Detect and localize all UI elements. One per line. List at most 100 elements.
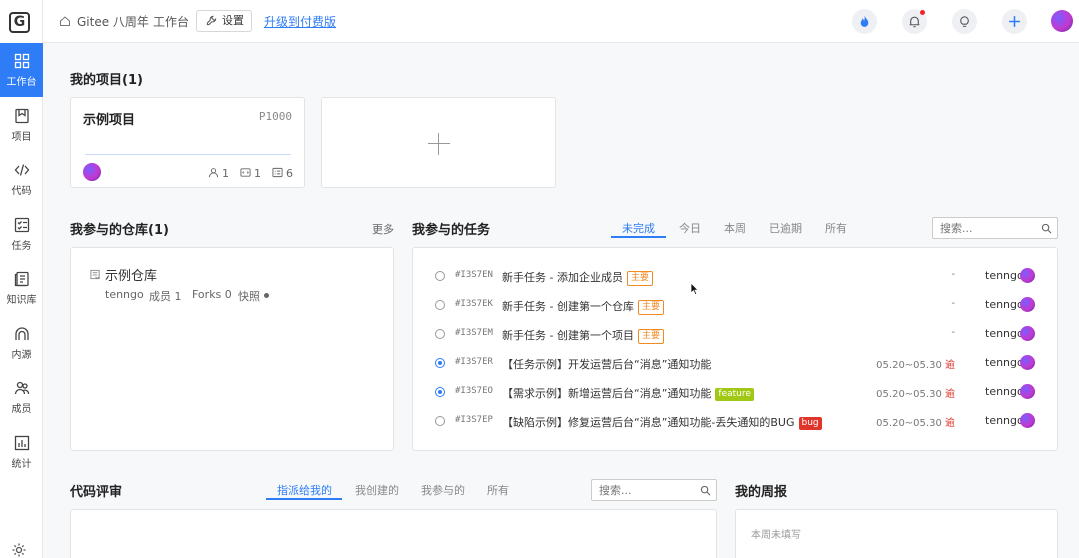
task-status-radio[interactable]: [435, 358, 445, 368]
project-name[interactable]: 示例项目: [83, 109, 135, 128]
task-assignee-avatar[interactable]: [1020, 268, 1035, 283]
review-search[interactable]: [591, 479, 717, 501]
task-date-range: 05.20~05.30: [876, 418, 942, 429]
task-tab-week[interactable]: 本周: [724, 220, 746, 236]
task-row[interactable]: #I3S7EP 【缺陷示例】修复运营后台“消息”通知功能-丢失通知的BUG bug 0…: [413, 407, 1057, 436]
task-id: #I3S7EP: [455, 415, 493, 425]
task-title[interactable]: 新手任务 - 创建第一个仓库 主要: [502, 298, 664, 315]
review-tab-participated[interactable]: 我参与的: [421, 482, 465, 498]
top-bar: Gitee 八周年 / 工作台 设置 升级到付费版: [43, 0, 1079, 43]
task-title[interactable]: 新手任务 - 添加企业成员 主要: [502, 269, 653, 286]
review-tab-assigned[interactable]: 指派给我的: [277, 482, 332, 498]
review-list-card: [70, 509, 717, 558]
repo-owner[interactable]: tenngo: [105, 288, 144, 301]
task-search-input[interactable]: [933, 218, 1039, 238]
task-assignee-avatar[interactable]: [1020, 297, 1035, 312]
settings-gear-icon[interactable]: [11, 542, 27, 558]
repos-more-link[interactable]: 更多: [372, 221, 394, 237]
sidebar-item-project[interactable]: 项目: [0, 98, 43, 152]
project-code: P1000: [258, 110, 292, 123]
task-tab-all[interactable]: 所有: [825, 220, 847, 236]
task-assignee-avatar[interactable]: [1020, 355, 1035, 370]
task-status-radio[interactable]: [435, 329, 445, 339]
review-search-input[interactable]: [592, 480, 698, 500]
mouse-cursor-icon: [690, 282, 699, 296]
repo-name[interactable]: 示例仓库: [105, 265, 157, 284]
repo-snapshot[interactable]: 快照: [238, 288, 260, 304]
plus-icon: [1009, 16, 1020, 27]
task-status-radio[interactable]: [435, 387, 445, 397]
sidebar-item-task[interactable]: 任务: [0, 207, 43, 261]
sidebar-item-members[interactable]: 成员: [0, 370, 43, 424]
task-date: -: [951, 269, 955, 280]
task-row[interactable]: #I3S7EK 新手任务 - 创建第一个仓库 主要 - tenngo: [413, 291, 1057, 320]
task-assignee[interactable]: tenngo: [985, 414, 1024, 427]
task-title[interactable]: 【任务示例】开发运营后台“消息”通知功能: [502, 356, 711, 372]
dashboard-icon: [14, 53, 29, 69]
task-status-radio[interactable]: [435, 416, 445, 426]
weekly-card[interactable]: 本周未填写: [735, 509, 1058, 558]
task-tag: 主要: [637, 300, 664, 315]
search-icon: [700, 485, 711, 496]
snapshot-dot: [264, 293, 269, 298]
create-button[interactable]: [1002, 9, 1027, 34]
repo-icon: [90, 269, 100, 280]
tips-button[interactable]: [952, 9, 977, 34]
task-assignee[interactable]: tenngo: [985, 269, 1024, 282]
bell-icon: [909, 16, 920, 28]
task-assignee-avatar[interactable]: [1020, 326, 1035, 341]
sidebar-item-wiki[interactable]: 知识库: [0, 261, 43, 315]
task-assignee[interactable]: tenngo: [985, 385, 1024, 398]
sidebar-item-innersource[interactable]: 内源: [0, 316, 43, 370]
task-row[interactable]: #I3S7EM 新手任务 - 创建第一个项目 主要 - tenngo: [413, 320, 1057, 349]
task-title-text: 【缺陷示例】修复运营后台“消息”通知功能-丢失通知的BUG: [502, 416, 795, 429]
notification-button[interactable]: [902, 9, 927, 34]
upgrade-link[interactable]: 升级到付费版: [264, 13, 336, 30]
breadcrumb-org[interactable]: Gitee 八周年: [77, 13, 149, 30]
task-title[interactable]: 【需求示例】新增运营后台“消息”通知功能 feature: [502, 385, 754, 401]
task-status-radio[interactable]: [435, 271, 445, 281]
task-assignee[interactable]: tenngo: [985, 298, 1024, 311]
flame-button[interactable]: [852, 9, 877, 34]
repo-list-card: 示例仓库 tenngo 成员 1 Forks 0 快照: [70, 247, 394, 451]
task-row[interactable]: #I3S7ER 【任务示例】开发运营后台“消息”通知功能 05.20~05.30 逾…: [413, 349, 1057, 378]
task-assignee-avatar[interactable]: [1020, 384, 1035, 399]
task-tab-today[interactable]: 今日: [679, 220, 701, 236]
stats-icon: [14, 435, 29, 451]
project-card[interactable]: 示例项目 P1000 1 1 6: [70, 97, 305, 188]
review-tab-all[interactable]: 所有: [487, 482, 509, 498]
task-icon: [14, 217, 29, 233]
review-title: 代码评审: [70, 485, 123, 500]
home-icon[interactable]: [59, 15, 71, 27]
task-title[interactable]: 【缺陷示例】修复运营后台“消息”通知功能-丢失通知的BUG bug: [502, 414, 822, 430]
task-tag: 主要: [626, 271, 653, 286]
review-tab-created[interactable]: 我创建的: [355, 482, 399, 498]
task-row[interactable]: #I3S7EN 新手任务 - 添加企业成员 主要 - tenngo: [413, 262, 1057, 291]
add-project-card[interactable]: [321, 97, 556, 188]
weekly-title: 我的周报: [735, 485, 788, 500]
task-assignee[interactable]: tenngo: [985, 356, 1024, 369]
task-date: -: [951, 298, 955, 309]
sidebar-item-label: 项目: [11, 132, 32, 143]
task-status-radio[interactable]: [435, 300, 445, 310]
task-tab-unfinished[interactable]: 未完成: [622, 220, 655, 236]
task-title[interactable]: 新手任务 - 创建第一个项目 主要: [502, 327, 664, 344]
task-tag: feature: [715, 388, 754, 401]
task-date-range: 05.20~05.30: [876, 360, 942, 371]
user-avatar[interactable]: [1051, 10, 1073, 32]
task-tab-overdue[interactable]: 已逾期: [769, 220, 802, 236]
task-assignee-avatar[interactable]: [1020, 413, 1035, 428]
members-icon: [14, 381, 29, 395]
task-assignee[interactable]: tenngo: [985, 327, 1024, 340]
sidebar-item-code[interactable]: 代码: [0, 152, 43, 206]
sidebar-item-dashboard[interactable]: 工作台: [0, 43, 43, 97]
task-tab-underline: [611, 236, 666, 238]
task-row[interactable]: #I3S7EO 【需求示例】新增运营后台“消息”通知功能 feature 05.20~…: [413, 378, 1057, 407]
sidebar-item-label: 代码: [11, 186, 32, 197]
task-search[interactable]: [932, 217, 1058, 239]
code-icon: [14, 164, 29, 176]
settings-button[interactable]: 设置: [196, 10, 252, 32]
gitee-logo[interactable]: G: [9, 12, 30, 33]
task-title-text: 【需求示例】新增运营后台“消息”通知功能: [502, 387, 712, 400]
sidebar-item-stats[interactable]: 统计: [0, 425, 43, 479]
